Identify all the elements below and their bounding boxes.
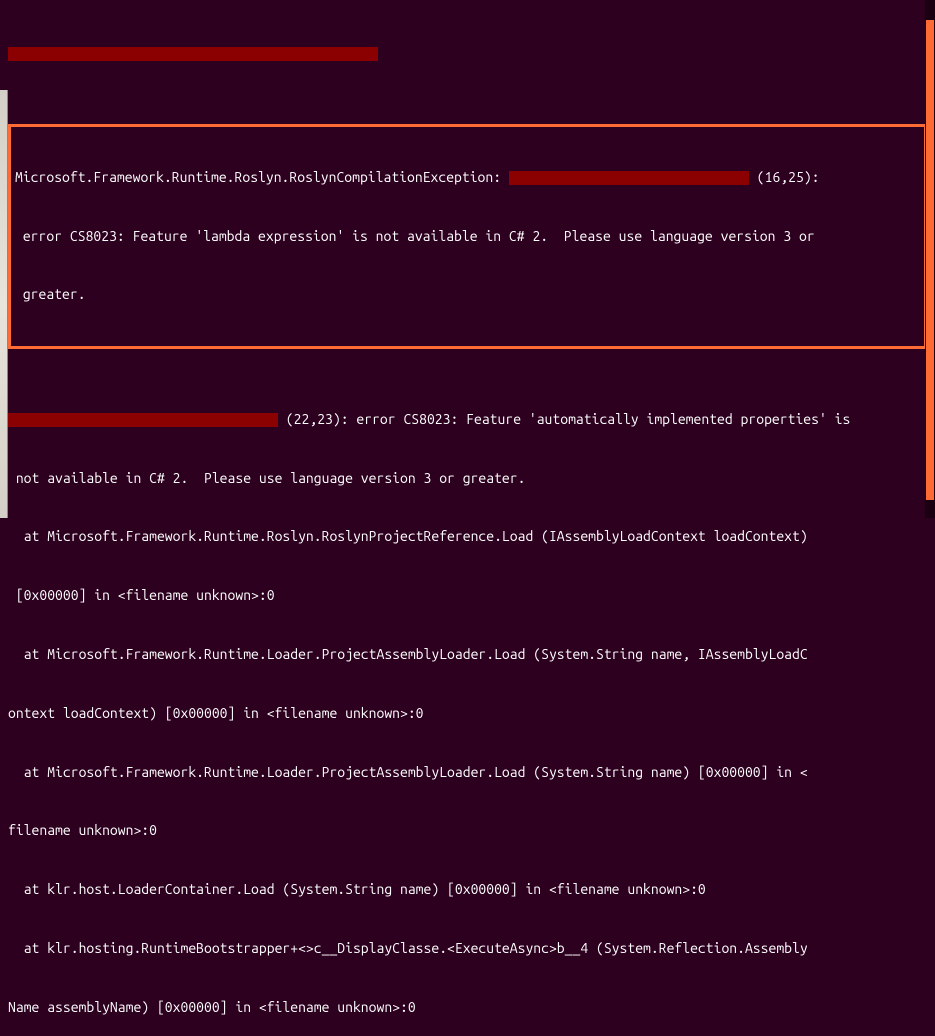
- stack-line: not available in C# 2. Please use langua…: [8, 469, 927, 489]
- redacted-block: [509, 171, 749, 185]
- redacted-line-top: [8, 43, 927, 63]
- stack-line: ontext loadContext) [0x00000] in <filena…: [8, 704, 927, 724]
- error-line-3: greater.: [15, 285, 920, 305]
- redacted-block: [8, 47, 378, 61]
- redacted-block: [8, 413, 278, 427]
- window-edge-left: [0, 90, 8, 518]
- error-line-2: error CS8023: Feature 'lambda expression…: [15, 227, 920, 247]
- stack-line: Name assemblyName) [0x00000] in <filenam…: [8, 998, 927, 1018]
- stack-line: at klr.host.LoaderContainer.Load (System…: [8, 880, 927, 900]
- terminal-output: Microsoft.Framework.Runtime.Roslyn.Rosly…: [8, 4, 927, 1036]
- stack-line: [0x00000] in <filename unknown>:0: [8, 586, 927, 606]
- stack-line: (22,23): error CS8023: Feature 'automati…: [8, 410, 927, 430]
- stack-line: at Microsoft.Framework.Runtime.Loader.Pr…: [8, 645, 927, 665]
- stack-line: at Microsoft.Framework.Runtime.Roslyn.Ro…: [8, 527, 927, 547]
- stack-text: (22,23): error CS8023: Feature 'automati…: [278, 411, 850, 427]
- stack-line: at Microsoft.Framework.Runtime.Loader.Pr…: [8, 763, 927, 783]
- error-text-part1: Microsoft.Framework.Runtime.Roslyn.Rosly…: [15, 169, 509, 185]
- stack-line: at klr.hosting.RuntimeBootstrapper+<>c__…: [8, 939, 927, 959]
- error-line-1: Microsoft.Framework.Runtime.Roslyn.Rosly…: [15, 168, 920, 188]
- stack-line: filename unknown>:0: [8, 821, 927, 841]
- terminal-scrollbar[interactable]: [925, 0, 935, 518]
- error-text-part2: (16,25):: [749, 169, 820, 185]
- scrollbar-thumb[interactable]: [926, 20, 934, 500]
- highlighted-error-box: Microsoft.Framework.Runtime.Roslyn.Rosly…: [8, 124, 927, 350]
